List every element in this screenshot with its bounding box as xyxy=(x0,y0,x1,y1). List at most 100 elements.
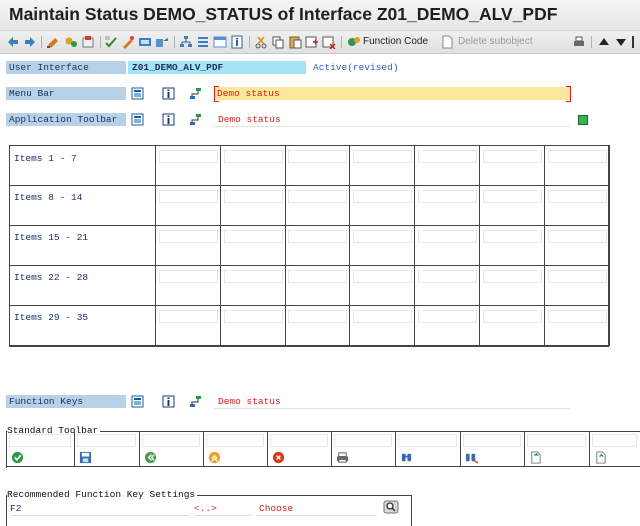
standard-toolbar-code-field[interactable] xyxy=(77,434,136,447)
standard-toolbar-code-field[interactable] xyxy=(398,434,457,447)
function-keys-text[interactable]: Demo status xyxy=(214,396,570,409)
other-object-icon[interactable] xyxy=(46,35,60,49)
back-icon[interactable] xyxy=(144,451,157,464)
item-function-code-field[interactable] xyxy=(548,310,607,323)
app-toolbar: Function Code Delete subobject xyxy=(0,30,640,54)
exit-icon[interactable] xyxy=(208,451,221,464)
item-function-code-field[interactable] xyxy=(288,270,347,283)
first-page-icon[interactable] xyxy=(529,451,542,464)
item-function-code-field[interactable] xyxy=(224,190,283,203)
expand-icon[interactable] xyxy=(131,87,144,100)
function-code-field[interactable]: <..> xyxy=(194,503,252,516)
info-icon[interactable] xyxy=(230,35,244,49)
item-function-code-field[interactable] xyxy=(288,190,347,203)
item-function-code-field[interactable] xyxy=(224,310,283,323)
standard-toolbar-code-field[interactable] xyxy=(592,434,637,447)
function-code-icon[interactable] xyxy=(347,35,361,49)
item-function-code-field[interactable] xyxy=(548,230,607,243)
standard-toolbar-code-field[interactable] xyxy=(142,434,200,447)
item-function-code-field[interactable] xyxy=(159,230,218,243)
copy-icon[interactable] xyxy=(271,35,285,49)
print-icon[interactable] xyxy=(572,35,586,49)
item-function-code-field[interactable] xyxy=(224,230,283,243)
active-inactive-icon[interactable] xyxy=(81,35,95,49)
test-icon[interactable] xyxy=(138,35,152,49)
item-function-code-field[interactable] xyxy=(418,270,477,283)
item-function-code-field[interactable] xyxy=(418,230,477,243)
function-code-button[interactable]: Function Code xyxy=(363,36,428,47)
expand-icon[interactable] xyxy=(131,395,144,408)
delete-icon[interactable] xyxy=(322,35,336,49)
scroll-down-icon[interactable] xyxy=(614,35,628,49)
scroll-up-icon[interactable] xyxy=(597,35,611,49)
window-icon[interactable] xyxy=(213,35,227,49)
item-function-code-field[interactable] xyxy=(159,190,218,203)
delete-subobject-button[interactable]: Delete subobject xyxy=(458,36,533,47)
item-row-label: Items 8 - 14 xyxy=(9,185,156,226)
item-function-code-field[interactable] xyxy=(483,190,542,203)
item-function-code-field[interactable] xyxy=(483,270,542,283)
item-function-code-field[interactable] xyxy=(159,150,218,163)
item-function-code-field[interactable] xyxy=(288,310,347,323)
standard-toolbar-code-field[interactable] xyxy=(206,434,264,447)
hierarchy-icon[interactable] xyxy=(189,113,202,126)
expand-icon[interactable] xyxy=(131,113,144,126)
back-arrow-icon[interactable] xyxy=(6,35,20,49)
item-function-code-field[interactable] xyxy=(483,310,542,323)
item-function-code-field[interactable] xyxy=(353,270,412,283)
item-row-label: Items 22 - 28 xyxy=(9,265,156,306)
item-function-code-field[interactable] xyxy=(418,310,477,323)
check-icon[interactable] xyxy=(11,451,24,464)
standard-toolbar-code-field[interactable] xyxy=(270,434,328,447)
function-text-field[interactable]: Choose xyxy=(256,503,377,516)
standard-toolbar-code-field[interactable] xyxy=(463,434,521,447)
find-icon[interactable] xyxy=(400,451,413,464)
item-function-code-field[interactable] xyxy=(288,230,347,243)
where-used-icon[interactable] xyxy=(155,35,169,49)
standard-toolbar-code-field[interactable] xyxy=(527,434,586,447)
application-toolbar-text[interactable]: Demo status xyxy=(214,114,570,127)
item-function-code-field[interactable] xyxy=(159,310,218,323)
cancel-icon[interactable] xyxy=(272,451,285,464)
hierarchy-icon[interactable] xyxy=(189,87,202,100)
print-icon[interactable] xyxy=(336,451,349,464)
item-function-code-field[interactable] xyxy=(418,190,477,203)
info-icon[interactable] xyxy=(162,113,175,126)
item-function-code-field[interactable] xyxy=(548,150,607,163)
hierarchy-icon[interactable] xyxy=(189,395,202,408)
item-function-code-field[interactable] xyxy=(483,230,542,243)
check-syntax-icon[interactable] xyxy=(104,35,118,49)
display-change-icon[interactable] xyxy=(64,35,78,49)
item-function-code-field[interactable] xyxy=(353,190,412,203)
menu-bar-text[interactable]: Demo status xyxy=(214,87,570,100)
item-function-code-field[interactable] xyxy=(483,150,542,163)
item-function-code-field[interactable] xyxy=(159,270,218,283)
item-row-label: Items 1 - 7 xyxy=(9,145,156,186)
item-function-code-field[interactable] xyxy=(418,150,477,163)
activate-icon[interactable] xyxy=(121,35,135,49)
object-list-icon[interactable] xyxy=(196,35,210,49)
hierarchy-icon[interactable] xyxy=(179,35,193,49)
document-icon[interactable] xyxy=(440,35,454,49)
insert-icon[interactable] xyxy=(305,35,319,49)
choose-icon[interactable] xyxy=(383,500,399,514)
standard-toolbar-code-field[interactable] xyxy=(334,434,392,447)
item-function-code-field[interactable] xyxy=(353,150,412,163)
item-function-code-field[interactable] xyxy=(353,230,412,243)
cut-icon[interactable] xyxy=(254,35,268,49)
item-function-code-field[interactable] xyxy=(288,150,347,163)
item-function-code-field[interactable] xyxy=(548,190,607,203)
standard-toolbar-code-field[interactable] xyxy=(9,434,71,447)
paste-icon[interactable] xyxy=(288,35,302,49)
item-function-code-field[interactable] xyxy=(548,270,607,283)
item-function-code-field[interactable] xyxy=(224,150,283,163)
info-icon[interactable] xyxy=(162,87,175,100)
info-icon[interactable] xyxy=(162,395,175,408)
title-bar: Maintain Status DEMO_STATUS of Interface… xyxy=(0,0,640,30)
item-function-code-field[interactable] xyxy=(224,270,283,283)
save-icon[interactable] xyxy=(79,451,92,464)
previous-page-icon[interactable] xyxy=(594,451,607,464)
find-next-icon[interactable] xyxy=(465,451,478,464)
forward-arrow-icon[interactable] xyxy=(23,35,37,49)
item-function-code-field[interactable] xyxy=(353,310,412,323)
